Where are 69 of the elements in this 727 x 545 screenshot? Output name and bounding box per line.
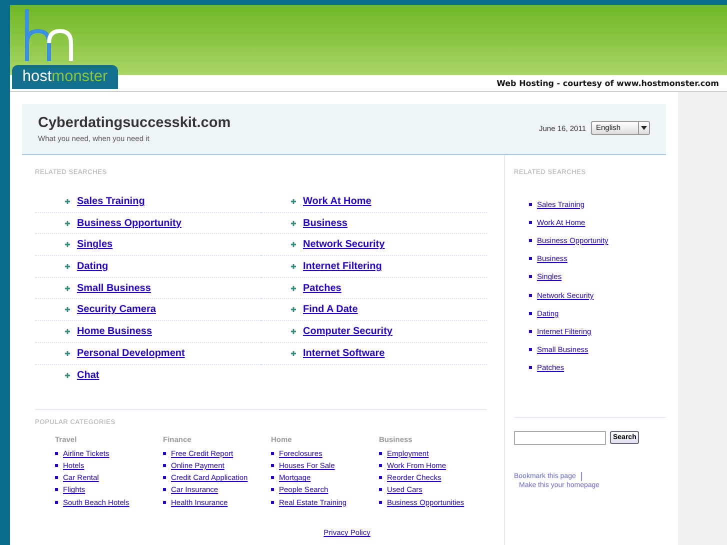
- bullet-icon: [379, 452, 382, 455]
- bullet-icon: [529, 202, 532, 206]
- search-link[interactable]: Work At Home: [303, 196, 372, 207]
- bullet-icon: [529, 294, 532, 297]
- plus-icon: [291, 307, 296, 312]
- plus-icon: [65, 350, 70, 356]
- plus-icon: [291, 198, 296, 204]
- search-link[interactable]: Patches: [303, 282, 342, 294]
- bullet-icon: [163, 488, 166, 492]
- plus-icon: [65, 220, 70, 226]
- search-link[interactable]: Security Camera: [77, 304, 156, 316]
- plus-icon: [291, 328, 296, 334]
- plus-icon: [291, 350, 296, 356]
- bullet-icon: [529, 220, 532, 224]
- bullet-icon: [529, 348, 532, 352]
- plus-icon: [291, 264, 296, 269]
- search-link[interactable]: Singles: [77, 239, 113, 250]
- search-link[interactable]: Chat: [77, 370, 100, 381]
- bullet-icon: [163, 464, 166, 467]
- plus-icon: [291, 286, 296, 291]
- bullet-icon: [379, 488, 382, 492]
- search-link[interactable]: Computer Security: [303, 326, 392, 337]
- bullet-icon: [163, 452, 166, 455]
- bullet-icon: [55, 488, 58, 492]
- bullet-icon: [271, 476, 274, 480]
- bullet-icon: [55, 476, 58, 480]
- bullet-icon: [529, 312, 532, 315]
- hosting-credit: Web Hosting - courtesy of www.hostmonster.com: [496, 78, 719, 88]
- plus-icon: [65, 372, 70, 378]
- bullet-icon: [55, 452, 58, 455]
- plus-icon: [291, 242, 296, 248]
- bullet-icon: [271, 464, 274, 467]
- bullet-icon: [163, 476, 166, 480]
- search-link[interactable]: Sales Training: [77, 196, 145, 207]
- bullet-icon: [271, 488, 274, 492]
- plus-icon: [291, 220, 296, 226]
- bullet-icon: [529, 366, 532, 370]
- search-link[interactable]: Network Security: [303, 239, 385, 250]
- plus-icon: [65, 198, 70, 204]
- site-title: Cyberdatingsuccesskit.com: [38, 115, 231, 131]
- logo-wordmark: hostmonster: [12, 65, 118, 89]
- bullet-icon: [271, 500, 274, 504]
- search-link[interactable]: Internet Filtering: [303, 260, 382, 272]
- bullet-icon: [529, 275, 532, 278]
- bullet-icon: [271, 452, 274, 455]
- search-link[interactable]: Home Business: [77, 326, 152, 337]
- search-link[interactable]: Dating: [77, 260, 108, 272]
- bullet-icon: [379, 464, 382, 467]
- search-link[interactable]: Small Business: [77, 282, 151, 294]
- plus-icon: [65, 264, 70, 269]
- search-link[interactable]: Business Opportunity: [77, 218, 182, 229]
- search-field[interactable]: [514, 430, 606, 445]
- bullet-icon: [529, 238, 532, 242]
- dropdown-arrow-icon: [641, 126, 647, 130]
- plus-icon: [65, 242, 70, 248]
- bullet-icon: [379, 476, 382, 480]
- plus-icon: [65, 286, 70, 291]
- bullet-icon: [55, 500, 58, 504]
- bullet-icon: [379, 500, 382, 504]
- plus-icon: [65, 328, 70, 334]
- bullet-icon: [55, 464, 58, 467]
- bullet-icon: [529, 257, 532, 260]
- bullet-icon: [163, 500, 166, 504]
- bullet-icon: [529, 330, 532, 333]
- plus-icon: [65, 307, 70, 312]
- search-link[interactable]: Internet Software: [303, 348, 385, 359]
- search-link[interactable]: Personal Development: [77, 348, 185, 359]
- search-link[interactable]: Business: [303, 218, 348, 229]
- search-link[interactable]: Find A Date: [303, 304, 358, 316]
